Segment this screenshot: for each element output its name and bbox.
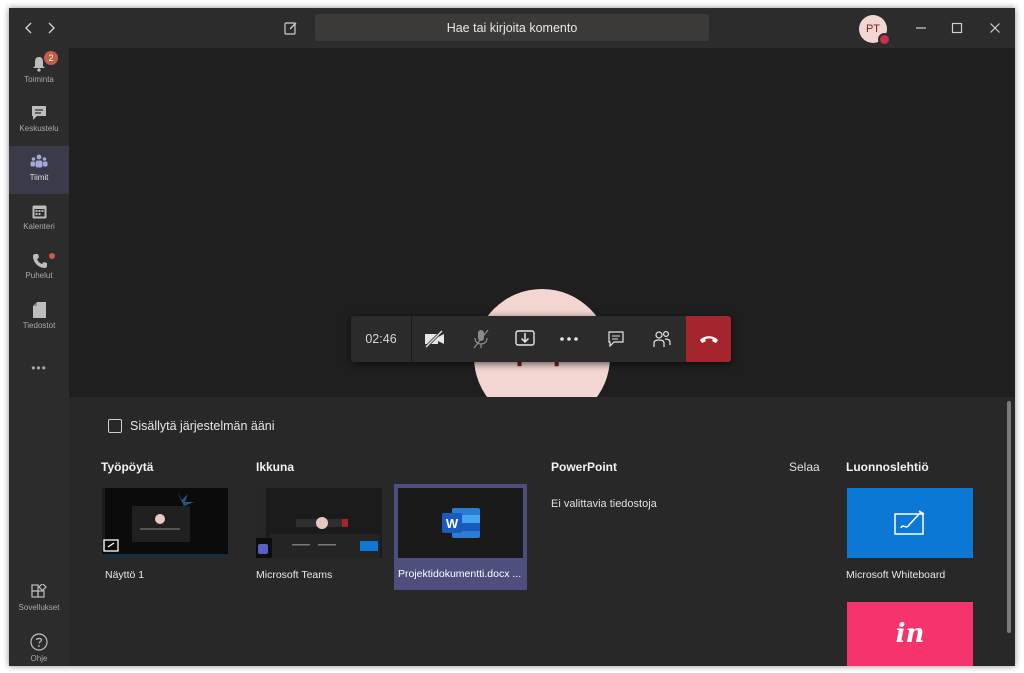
sidebar-item-calendar[interactable]: Kalenteri: [9, 196, 69, 244]
no-files-message: Ei valittavia tiedostoja: [551, 498, 657, 510]
sidebar-item-label: Tiedostot: [22, 321, 56, 330]
window-section-header: Ikkuna: [256, 460, 295, 474]
call-stage: PT 02:46: [69, 48, 1015, 425]
microsoft-whiteboard-tile[interactable]: [847, 488, 973, 558]
minimize-icon[interactable]: [909, 16, 933, 40]
search-input[interactable]: Hae tai kirjoita komento: [315, 14, 709, 41]
back-icon[interactable]: [17, 16, 41, 40]
desktop-preview-image: [102, 488, 228, 558]
word-document-preview: W: [398, 488, 523, 558]
hangup-icon: [699, 336, 718, 343]
sidebar-item-label: Ohje: [30, 654, 48, 663]
forward-icon[interactable]: [39, 16, 63, 40]
include-system-audio-label: Sisällytä järjestelmän ääni: [130, 419, 275, 433]
screen-1-thumbnail[interactable]: [102, 488, 228, 558]
status-busy-icon: [878, 33, 891, 46]
powerpoint-section-header: PowerPoint: [551, 460, 618, 474]
call-controls: 02:46: [351, 316, 731, 362]
more-actions-button[interactable]: [547, 316, 591, 362]
sidebar-item-label: Keskustelu: [19, 124, 59, 133]
include-system-audio-checkbox[interactable]: Sisällytä järjestelmän ääni: [108, 419, 275, 433]
calendar-icon: [32, 205, 46, 219]
activity-badge: 2: [44, 51, 58, 65]
sidebar-item-apps[interactable]: Sovellukset: [9, 576, 69, 624]
app-bar: 2 Toiminta Keskustelu Tiimit Kalenteri P…: [9, 48, 69, 666]
apps-icon: [31, 584, 47, 598]
invision-logo: in: [895, 619, 925, 649]
teams-window-label: Microsoft Teams: [256, 569, 333, 581]
teams-icon: [30, 154, 48, 168]
mic-off-icon: [473, 329, 489, 349]
teams-window-thumbnail[interactable]: [256, 488, 382, 558]
more-apps-label: •••: [31, 361, 47, 375]
show-conversation-button[interactable]: [594, 316, 638, 362]
compose-icon[interactable]: [279, 16, 303, 40]
sidebar-item-files[interactable]: Tiedostot: [9, 294, 69, 342]
camera-toggle-button[interactable]: [413, 316, 457, 362]
screen-1-label: Näyttö 1: [105, 569, 145, 581]
sidebar-item-calls[interactable]: Puhelut: [9, 245, 69, 293]
sidebar-item-label: Sovellukset: [18, 603, 60, 612]
title-bar: Hae tai kirjoita komento PT: [9, 8, 1015, 48]
svg-text:W: W: [445, 516, 458, 531]
sidebar-item-help[interactable]: Ohje: [9, 625, 69, 666]
word-icon: W: [441, 508, 480, 538]
sidebar-item-label: Puhelut: [25, 271, 53, 280]
sidebar-item-activity[interactable]: 2 Toiminta: [9, 48, 69, 96]
show-participants-button[interactable]: [640, 316, 684, 362]
checkbox-box[interactable]: [108, 419, 122, 433]
call-timer: 02:46: [351, 316, 412, 362]
browse-button[interactable]: Selaa: [789, 460, 820, 474]
help-icon: [30, 633, 48, 651]
phone-icon: [32, 254, 47, 268]
calls-notification-dot: [49, 253, 55, 259]
whiteboard-section-header: Luonnoslehtiö: [846, 460, 929, 474]
share-tray: Sisällytä järjestelmän ääni Työpöytä Näy…: [69, 397, 1015, 666]
scrollbar[interactable]: [1007, 401, 1011, 633]
whiteboard-icon: [894, 510, 925, 535]
more-icon: [560, 337, 578, 341]
camera-off-icon: [424, 330, 444, 348]
microsoft-whiteboard-label: Microsoft Whiteboard: [846, 569, 946, 581]
chat-icon: [32, 106, 46, 120]
sidebar-item-chat[interactable]: Keskustelu: [9, 97, 69, 145]
share-tray-icon: [515, 330, 535, 346]
chat-icon: [608, 331, 624, 347]
maximize-icon[interactable]: [945, 16, 969, 40]
word-document-window-thumbnail[interactable]: W Projektidokumentti.docx ...: [394, 484, 527, 590]
teams-window: Hae tai kirjoita komento PT 2 Toiminta K…: [9, 8, 1015, 666]
more-apps-button[interactable]: •••: [9, 353, 69, 401]
mic-toggle-button[interactable]: [459, 316, 503, 362]
word-document-label: Projektidokumentti.docx ...: [398, 568, 522, 580]
file-icon: [32, 302, 46, 318]
desktop-section-header: Työpöytä: [101, 460, 154, 474]
sidebar-item-label: Toiminta: [24, 75, 54, 84]
participants-icon: [653, 330, 671, 347]
sidebar-item-label: Tiimit: [29, 173, 49, 182]
teams-window-preview-image: [256, 488, 382, 558]
sidebar-item-label: Kalenteri: [23, 222, 55, 231]
close-icon[interactable]: [983, 16, 1007, 40]
invision-tile[interactable]: in: [847, 602, 973, 666]
sidebar-item-teams[interactable]: Tiimit: [9, 146, 69, 194]
hang-up-button[interactable]: [686, 316, 731, 362]
share-button[interactable]: [503, 316, 547, 362]
